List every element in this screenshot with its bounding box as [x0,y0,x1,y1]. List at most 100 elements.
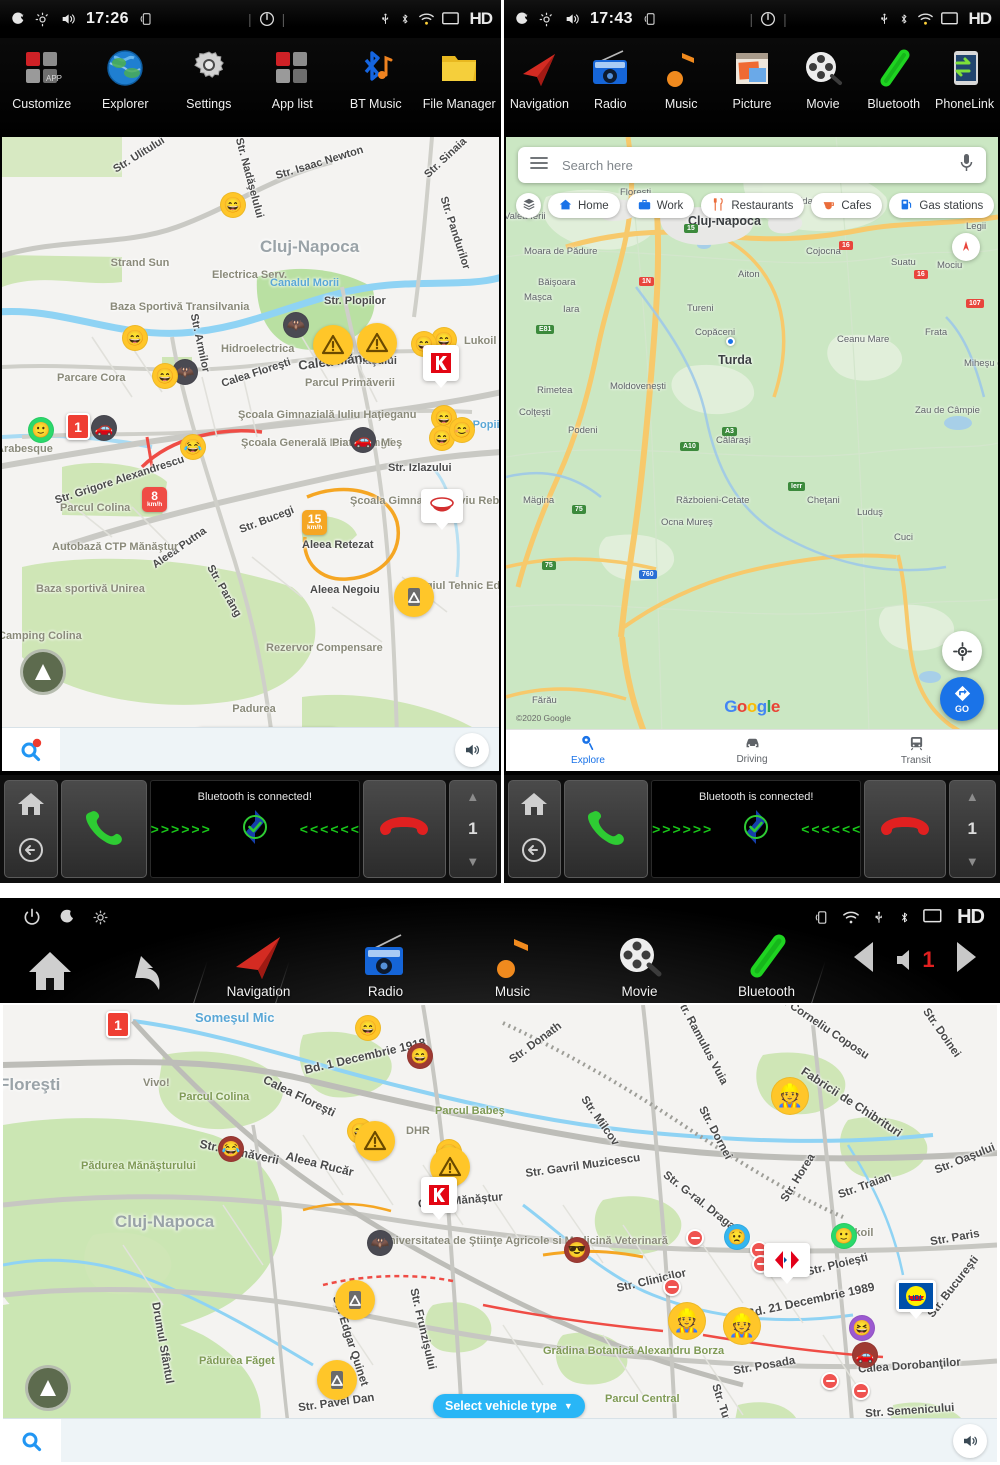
nav-tab-explore[interactable]: Explore [506,730,670,771]
microphone-icon[interactable] [959,153,974,177]
my-location-button[interactable] [942,631,982,671]
app-radio[interactable]: Radio [322,928,449,1003]
waze-mood-pin[interactable]: 😂 [218,1136,244,1162]
waze-search-button[interactable] [3,1419,61,1462]
app-app-list[interactable]: App list [251,38,335,111]
back-icon[interactable] [521,837,547,868]
home-button[interactable] [0,928,100,1003]
waze-road-closure-icon[interactable] [821,1372,839,1390]
app-bluetooth[interactable]: Bluetooth [703,928,830,1003]
back-button[interactable] [100,928,195,1003]
google-map[interactable]: Juc-Herghelie Floreşti Cluj-Napoca Apahi… [506,137,998,771]
app-radio[interactable]: Radio [575,38,646,111]
waze-sound-button[interactable] [455,732,489,767]
search-input[interactable]: Search here [562,158,959,173]
menu-icon[interactable] [530,156,548,175]
chip-work[interactable]: Work [626,193,695,218]
app-movie[interactable]: Movie [576,928,703,1003]
app-music[interactable]: Music [449,928,576,1003]
waze-mood-pin[interactable]: 🚗 [852,1342,878,1368]
waze-mood-pin[interactable]: 🦇 [283,312,309,338]
app-navigation[interactable]: Navigation [195,928,322,1003]
waze-mood-pin[interactable]: 😟 [724,1224,750,1250]
waze-mood-pin[interactable]: 🙂 [28,417,54,443]
volume-down-icon[interactable]: ▼ [466,854,479,869]
power-icon[interactable] [759,10,777,28]
waze-mood-pin[interactable]: 😄 [355,1015,381,1041]
waze-mood-pin[interactable]: 👷 [771,1077,809,1115]
map-layers-button[interactable] [516,193,541,218]
waze-mood-pin[interactable]: 😄 [122,325,148,351]
waze-mood-pin[interactable]: 🙂 [831,1223,857,1249]
brand-pin-kaufland[interactable] [421,1177,457,1220]
waze-map-top-left[interactable]: Str. Ulitului Str. Nadăşelului Str. Isaa… [2,137,499,771]
volume-stepper[interactable]: ▲ 1 ▼ [448,780,498,878]
waze-search-button[interactable] [2,728,60,771]
screen-rotate-icon[interactable] [138,11,154,27]
waze-mood-pin[interactable]: 😄 [220,192,246,218]
end-call-button[interactable] [864,780,946,878]
waze-mood-pin[interactable]: 😂 [180,434,206,460]
brand-pin-kaufland[interactable] [423,345,459,388]
app-navigation[interactable]: Navigation [504,38,575,111]
waze-mood-pin[interactable]: 🦇 [367,1230,393,1256]
screen-rotate-icon[interactable] [642,11,658,27]
waze-mood-pin[interactable]: 👷 [668,1302,706,1340]
app-phonelink[interactable]: PhoneLink [929,38,1000,111]
next-arrow-icon[interactable] [953,940,979,979]
answer-call-button[interactable] [563,780,649,878]
answer-call-button[interactable] [60,780,147,878]
app-bt-music[interactable]: BT Music [334,38,418,111]
waze-road-closure-icon[interactable] [663,1278,681,1296]
select-vehicle-type-button[interactable]: Select vehicle type ▼ [433,1394,585,1418]
app-music[interactable]: Music [646,38,717,111]
waze-hazard-icon[interactable] [357,323,397,363]
waze-bottom-bar[interactable] [3,1418,997,1462]
chip-home[interactable]: Home [548,193,620,218]
map-compass-button[interactable] [952,233,980,261]
power-icon[interactable] [22,907,42,927]
nav-tab-transit[interactable]: Transit [834,730,998,771]
waze-mood-pin[interactable]: 😊 [449,417,475,443]
waze-mood-pin[interactable]: 🚗 [91,415,117,441]
brand-pin-lidl[interactable]: LIDL [896,1280,936,1319]
chip-gas-stations[interactable]: Gas stations [889,193,995,218]
waze-mood-pin[interactable]: 🚗 [350,427,376,453]
volume-down-icon[interactable]: ▼ [966,854,979,869]
waze-hazard-icon[interactable] [394,577,434,617]
app-settings[interactable]: Settings [167,38,251,111]
waze-map-bottom[interactable]: Someşul Mic Bd. 1 Decembrie 1918 Calea F… [3,1005,997,1462]
back-icon[interactable] [18,837,44,868]
app-bluetooth[interactable]: Bluetooth [858,38,929,111]
prev-arrow-icon[interactable] [851,940,877,979]
brand-pin-restaurant[interactable] [421,489,463,530]
brand-pin-carrefour[interactable] [764,1243,810,1284]
brightness-icon[interactable] [92,909,109,926]
waze-mood-pin[interactable]: 😆 [849,1315,875,1341]
volume-icon[interactable] [563,11,581,27]
home-key[interactable] [508,780,561,878]
app-movie[interactable]: Movie [787,38,858,111]
map-search-bar[interactable]: Search here [518,147,986,183]
waze-hazard-icon[interactable] [317,1360,357,1400]
screen-rotate-icon[interactable] [813,909,830,926]
volume-indicator[interactable]: 1 [895,947,935,973]
volume-up-icon[interactable]: ▲ [466,789,479,804]
power-icon[interactable] [258,10,276,28]
waze-bottom-bar[interactable] [2,727,499,771]
chip-restaurants[interactable]: Restaurants [701,193,805,218]
waze-hazard-icon[interactable] [355,1121,395,1161]
waze-hazard-icon[interactable] [313,325,353,365]
end-call-button[interactable] [362,780,446,878]
go-button[interactable]: GO [940,677,984,721]
volume-up-icon[interactable]: ▲ [966,789,979,804]
waze-compass-button[interactable] [20,649,66,695]
waze-hazard-icon[interactable] [335,1280,375,1320]
nav-tab-driving[interactable]: Driving [670,730,834,771]
volume-icon[interactable] [59,11,77,27]
waze-mood-pin[interactable]: 👷 [723,1307,761,1345]
waze-mood-pin[interactable]: 😄 [152,363,178,389]
waze-road-closure-icon[interactable] [852,1382,870,1400]
app-picture[interactable]: Picture [717,38,788,111]
app-customize[interactable]: APP Customize [0,38,84,111]
